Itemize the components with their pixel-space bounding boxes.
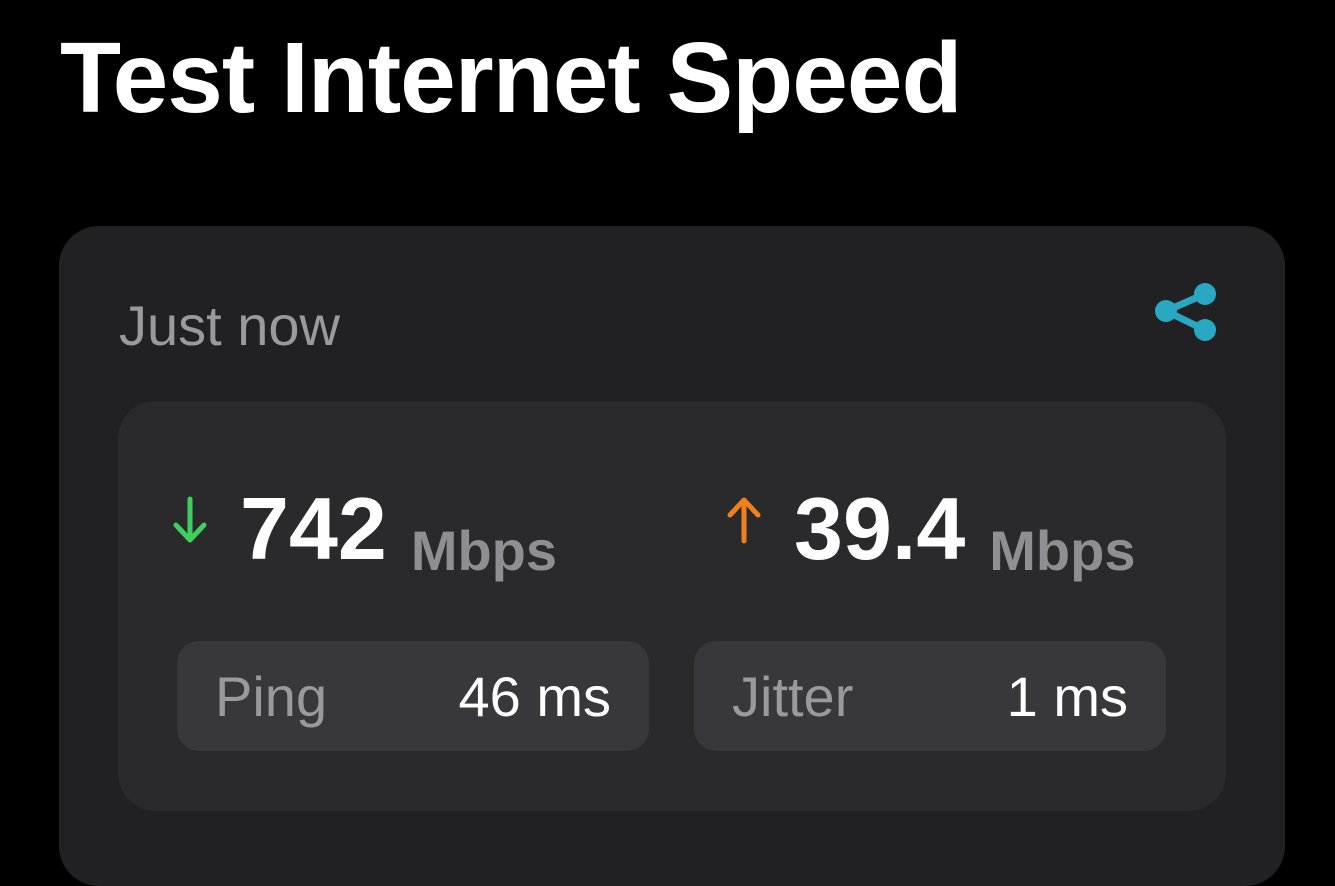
upload-unit: Mbps [989,519,1136,582]
share-icon [1155,283,1216,341]
arrow-down-icon [172,495,208,545]
upload-speed: 39.4 Mbps [726,479,1136,579]
jitter-metric: Jitter 1 ms [694,641,1166,751]
stats-panel: 742 Mbps 39.4 Mbps Ping 46 ms Jitter 1 m… [118,401,1226,811]
ping-value: 46 ms [458,665,612,728]
download-unit: Mbps [410,519,558,582]
page-title: Test Internet Speed [60,22,963,134]
download-value: 742 [240,479,387,578]
upload-value: 39.4 [794,479,966,578]
result-card[interactable]: Just now 742 Mbps 39.4 Mbps Ping 46 ms J… [59,226,1285,886]
download-speed: 742 Mbps [172,479,557,579]
jitter-label: Jitter [732,665,854,728]
ping-metric: Ping 46 ms [177,641,649,751]
ping-label: Ping [215,665,328,728]
jitter-value: 1 ms [1006,665,1128,728]
share-button[interactable] [1151,278,1221,348]
arrow-up-icon [726,495,762,545]
result-timestamp: Just now [119,294,340,357]
